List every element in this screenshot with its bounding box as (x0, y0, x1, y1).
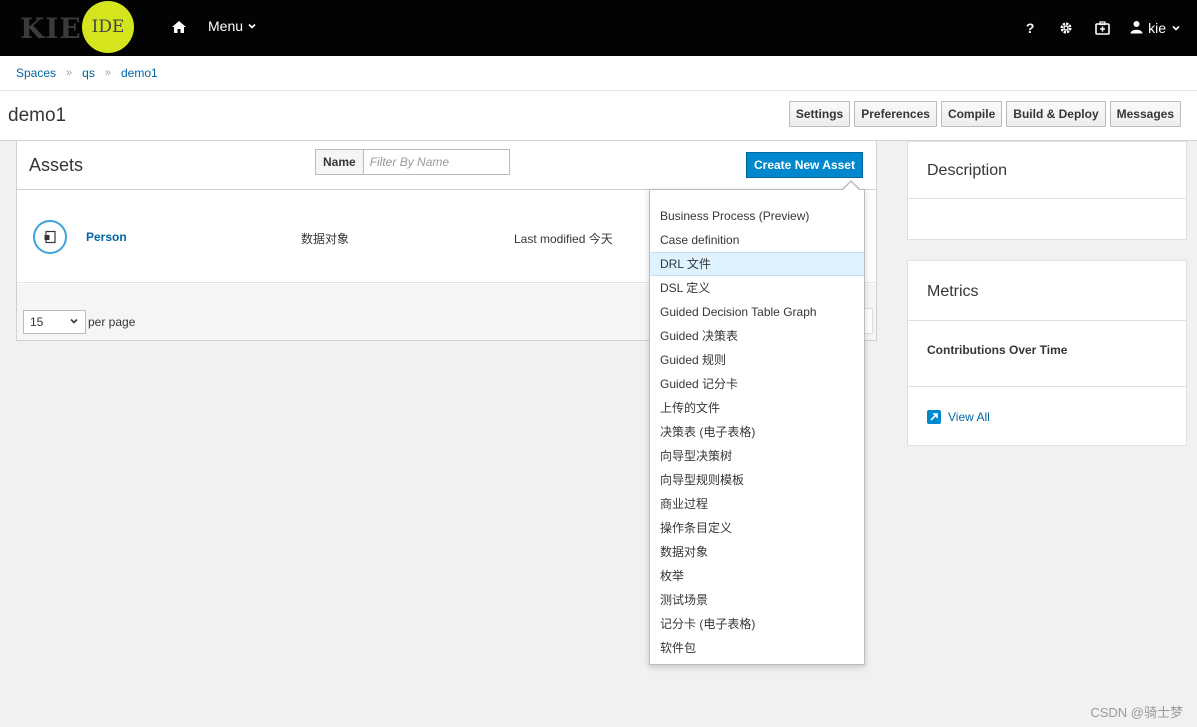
assets-title: Assets (29, 155, 84, 175)
assets-header: Assets Name Create New Asset (17, 141, 876, 190)
help-icon[interactable]: ? (1012, 0, 1048, 56)
pagination-controls[interactable] (865, 308, 873, 334)
double-chevron-right-icon: » (104, 67, 111, 79)
create-new-asset-button[interactable]: Create New Asset (746, 152, 863, 178)
main-menu[interactable]: Menu (208, 18, 257, 34)
divider (908, 198, 1186, 199)
create-menu-item[interactable]: 商业过程 (650, 492, 864, 516)
top-navbar: KIE IDE Menu ? kie (0, 0, 1197, 56)
chevron-down-icon (247, 18, 257, 34)
divider (908, 320, 1186, 321)
asset-name[interactable]: Person (86, 230, 127, 244)
filter-by-name-input[interactable] (363, 149, 510, 175)
description-panel: Description (907, 141, 1187, 240)
metrics-title: Metrics (927, 283, 979, 300)
view-all-label: View All (948, 410, 990, 424)
metrics-panel: Metrics Contributions Over Time View All (907, 260, 1187, 446)
create-menu-item[interactable]: Guided 记分卡 (650, 372, 864, 396)
create-menu-item[interactable]: 记分卡 (电子表格) (650, 612, 864, 636)
view-all-link[interactable]: View All (927, 410, 990, 424)
per-page-label: per page (88, 315, 136, 329)
name-filter: Name (315, 149, 510, 175)
user-icon (1130, 20, 1143, 37)
divider (908, 386, 1186, 387)
ide-logo[interactable]: IDE (82, 1, 134, 53)
chevron-down-icon (69, 315, 79, 329)
create-menu-item[interactable]: Guided 规则 (650, 348, 864, 372)
create-menu-item[interactable]: DSL 定义 (650, 276, 864, 300)
breadcrumb: Spaces » qs » demo1 (0, 56, 1197, 91)
create-menu-item[interactable]: 软件包 (650, 636, 864, 660)
menu-label: Menu (208, 18, 244, 34)
dropdown-caret (843, 182, 859, 190)
page-title: demo1 (8, 105, 67, 126)
create-menu-item[interactable]: Case definition (650, 228, 864, 252)
messages-button[interactable]: Messages (1109, 101, 1181, 127)
per-page-value: 15 (30, 315, 44, 329)
create-menu-item[interactable]: 测试场景 (650, 588, 864, 612)
preferences-button[interactable]: Preferences (854, 101, 937, 127)
create-menu-item[interactable]: Business Process (Preview) (650, 204, 864, 228)
asset-type: 数据对象 (301, 232, 350, 246)
filter-label: Name (315, 149, 364, 175)
breadcrumb-project-demo1[interactable]: demo1 (121, 66, 158, 80)
chevron-down-icon (1171, 20, 1181, 36)
project-toolbar: Settings Preferences Compile Build & Dep… (788, 101, 1181, 127)
project-header: demo1 Settings Preferences Compile Build… (0, 91, 1197, 141)
description-title: Description (927, 162, 1008, 179)
create-menu-item[interactable]: DRL 文件 (650, 252, 864, 276)
per-page-select[interactable]: 15 (23, 310, 86, 334)
navbar-utilities: ? kie (1012, 0, 1185, 56)
data-object-icon (33, 220, 67, 254)
gear-icon[interactable] (1048, 0, 1084, 56)
create-menu-item[interactable]: 向导型规则模板 (650, 468, 864, 492)
asset-last-modified: Last modified 今天 (514, 232, 613, 246)
breadcrumb-space-qs[interactable]: qs (82, 66, 95, 80)
breadcrumb-spaces[interactable]: Spaces (16, 66, 56, 80)
compile-button[interactable]: Compile (940, 101, 1003, 127)
create-menu-item[interactable]: 决策表 (电子表格) (650, 420, 864, 444)
create-menu-item[interactable]: 上传的文件 (650, 396, 864, 420)
create-menu-item[interactable]: Guided 决策表 (650, 324, 864, 348)
user-name: kie (1148, 20, 1166, 36)
kie-logo[interactable]: KIE (20, 12, 82, 45)
create-menu-item[interactable]: 枚举 (650, 564, 864, 588)
create-menu-item[interactable]: 数据对象 (650, 540, 864, 564)
user-menu[interactable]: kie (1120, 20, 1185, 37)
settings-button[interactable]: Settings (788, 101, 851, 127)
build-deploy-button[interactable]: Build & Deploy (1006, 101, 1106, 127)
create-menu-item[interactable]: Guided Decision Table Graph (650, 300, 864, 324)
create-menu-item[interactable]: 向导型决策树 (650, 444, 864, 468)
watermark: CSDN @骑士梦 (1090, 705, 1183, 720)
contributions-over-time-label: Contributions Over Time (927, 343, 1068, 357)
home-icon[interactable] (170, 18, 188, 36)
external-link-icon (927, 410, 941, 424)
double-chevron-right-icon: » (66, 67, 73, 79)
create-asset-dropdown: Business Process (Preview) Case definitio… (649, 189, 865, 665)
medkit-icon[interactable] (1084, 0, 1120, 56)
create-menu-item[interactable]: 操作条目定义 (650, 516, 864, 540)
